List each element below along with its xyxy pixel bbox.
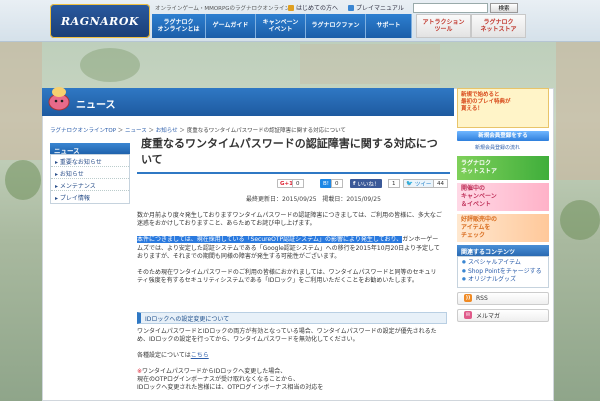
para-setting: ワンタイムパスワードとIDロックの両方が有効となっている場合、ワンタイムパスワー… bbox=[137, 328, 437, 343]
para-recommend: そのため現在ワンタイムパスワードのご利用の皆様におかれましては、ワンタイムパスワ… bbox=[137, 269, 437, 285]
like-label: いいね！ bbox=[357, 181, 380, 188]
note-line: 現在のOTPログインボーナスが受け取れなくなることから、 bbox=[137, 376, 300, 383]
sidebar-item-info[interactable]: ▸ お知らせ bbox=[51, 167, 129, 179]
article-body-2: ワンタイムパスワードとIDロックの両方が有効となっている場合、ワンタイムパスワー… bbox=[137, 328, 442, 392]
related-list: スペシャルアイテム Shop Pointをチャージする オリジナルグッズ bbox=[457, 256, 549, 288]
right-sidebar: 新規で始めると 最初のプレイ特典が 貰える！ 新規会員登録をする 新規会員登録の… bbox=[457, 88, 554, 322]
updated-date: 最終更新日：2015/09/25 bbox=[246, 196, 317, 203]
breadcrumb: ラグナロクオンラインTOP ＞ ニュース ＞ お知らせ ＞ 度重なるワンタイムパ… bbox=[50, 126, 346, 134]
sidebar-item-label: プレイ情報 bbox=[59, 195, 90, 202]
global-nav: ラグナロク オンラインとは ゲームガイド キャンペーン イベント ラグナロクファ… bbox=[152, 14, 412, 38]
search-box: 検索 bbox=[413, 3, 518, 13]
promo-line: 新規で始めると bbox=[461, 92, 500, 98]
sidebar-header: ニュース bbox=[50, 143, 130, 155]
nav-campaign[interactable]: キャンペーン イベント bbox=[256, 14, 306, 38]
nav-fan[interactable]: ラグナロクファン bbox=[306, 14, 366, 38]
left-sidebar: ニュース ▸ 重要なお知らせ ▸ お知らせ ▸ メンテナンス ▸ プレイ情報 bbox=[50, 143, 130, 204]
tweet-count: 44 bbox=[433, 179, 448, 188]
beginner-link[interactable]: はじめての方へ bbox=[288, 3, 338, 12]
related-item[interactable]: Shop Pointをチャージする bbox=[462, 268, 544, 277]
signup-promo[interactable]: 新規で始めると 最初のプレイ特典が 貰える！ bbox=[457, 88, 549, 128]
netstore-banner[interactable]: ラグナロク ネットストア bbox=[457, 156, 549, 180]
facebook-icon: f bbox=[353, 180, 356, 187]
rss-label: RSS bbox=[476, 294, 488, 302]
posted-date: 掲載日：2015/09/25 bbox=[322, 196, 381, 203]
section-header: ニュース bbox=[42, 88, 454, 116]
like-count: 1 bbox=[388, 179, 400, 188]
nav-attraction[interactable]: アトラクション ツール bbox=[416, 14, 471, 38]
promo-line: 貰える！ bbox=[461, 106, 483, 112]
manual-link[interactable]: プレイマニュアル bbox=[348, 3, 404, 12]
related-item[interactable]: スペシャルアイテム bbox=[462, 259, 544, 268]
settings-link[interactable]: こちら bbox=[191, 352, 209, 359]
note-line: ※ワンタイムパスワードからIDロックへ変更した場合、 bbox=[137, 368, 442, 376]
gplus-count: 0 bbox=[292, 179, 304, 188]
sidebar-item-label: メンテナンス bbox=[59, 183, 96, 190]
breadcrumb-link-top[interactable]: ラグナロクオンラインTOP bbox=[50, 128, 116, 134]
signup-flow-link[interactable]: 新規会員登録の流れ bbox=[475, 144, 554, 151]
breadcrumb-sep: ＞ bbox=[117, 128, 124, 134]
twitter-icon: 🐦 bbox=[406, 180, 413, 187]
promo-line: 最初のプレイ特典が bbox=[461, 99, 511, 105]
highlighted-text: 本件につきましては、現在採用している「SecureOTP認証システム」の影響によ… bbox=[137, 236, 403, 244]
campaign-banner[interactable]: 開催中の キャンペーン ＆イベント bbox=[457, 183, 549, 211]
nav-game-guide[interactable]: ゲームガイド bbox=[206, 14, 256, 38]
site-tagline: オンラインゲーム・MMORPGのラグナロクオンライン bbox=[155, 6, 291, 12]
sidebar-item-label: 重要なお知らせ bbox=[59, 159, 102, 166]
shield-icon bbox=[288, 4, 294, 11]
sidebar-item-label: お知らせ bbox=[59, 171, 84, 178]
book-icon bbox=[348, 4, 355, 11]
note-line: IDロックへ変更された皆様には、OTPログインボーナス相当の対応を bbox=[137, 384, 324, 391]
article-body: 数か月前より度々発生しておりますワンタイムパスワードの認証障害につきましては、ご… bbox=[137, 212, 442, 293]
site-logo[interactable]: RAGNAROK bbox=[50, 4, 150, 38]
related-item[interactable]: オリジナルグッズ bbox=[462, 276, 544, 285]
para-settings-link: 各種設定についてはこちら bbox=[137, 352, 442, 360]
hatena-count: 0 bbox=[331, 179, 343, 188]
note-text-1: ワンタイムパスワードからIDロックへ変更した場合、 bbox=[142, 368, 287, 375]
para-cause: 本件につきましては、現在採用している「SecureOTP認証システム」の影響によ… bbox=[137, 236, 442, 261]
global-nav-right: アトラクション ツール ラグナロク ネットストア bbox=[416, 14, 526, 38]
nav-netstore[interactable]: ラグナロク ネットストア bbox=[471, 14, 526, 38]
nav-support[interactable]: サポート bbox=[366, 14, 412, 38]
sidebar-item-play-info[interactable]: ▸ プレイ情報 bbox=[51, 191, 129, 203]
like-button[interactable]: f いいね！ bbox=[350, 179, 383, 188]
sidebar-item-maintenance[interactable]: ▸ メンテナンス bbox=[51, 179, 129, 191]
top-links: はじめての方へ プレイマニュアル bbox=[288, 3, 404, 12]
nav-about[interactable]: ラグナロク オンラインとは bbox=[152, 14, 206, 38]
share-bar: G+1 0 B! 0 f いいね！ 1 🐦 ツイート 44 bbox=[137, 179, 450, 189]
article-dates: 最終更新日：2015/09/25 掲載日：2015/09/25 bbox=[246, 194, 381, 203]
search-button[interactable]: 検索 bbox=[490, 3, 518, 13]
mail-label: メルマガ bbox=[476, 312, 501, 320]
article-title: 度重なるワンタイムパスワードの認証障害に関する対応について bbox=[137, 134, 450, 174]
search-input[interactable] bbox=[413, 3, 488, 13]
item-banner[interactable]: 好評販売中の アイテムを チェック bbox=[457, 214, 549, 242]
sidebar-item-important[interactable]: ▸ 重要なお知らせ bbox=[51, 155, 129, 167]
mail-icon: ✉ bbox=[464, 311, 472, 319]
rss-button[interactable]: )) RSS bbox=[457, 291, 549, 305]
rss-icon: )) bbox=[464, 294, 472, 302]
signup-button[interactable]: 新規会員登録をする bbox=[457, 131, 549, 141]
poring-mascot-icon bbox=[48, 87, 70, 111]
para-apology: 数か月前より度々発生しておりますワンタイムパスワードの認証障害につきましては、ご… bbox=[137, 212, 442, 228]
section-heading: IDロックへの設定変更について bbox=[137, 312, 447, 324]
article: 度重なるワンタイムパスワードの認証障害に関する対応について bbox=[137, 134, 450, 174]
mail-button[interactable]: ✉ メルマガ bbox=[457, 308, 549, 322]
section-title: ニュース bbox=[76, 100, 116, 111]
settings-text: 各種設定については bbox=[137, 352, 191, 359]
related-header: 関連するコンテンツ bbox=[457, 245, 549, 256]
top-bar: RAGNAROK オンラインゲーム・MMORPGのラグナロクオンライン はじめて… bbox=[0, 0, 600, 42]
